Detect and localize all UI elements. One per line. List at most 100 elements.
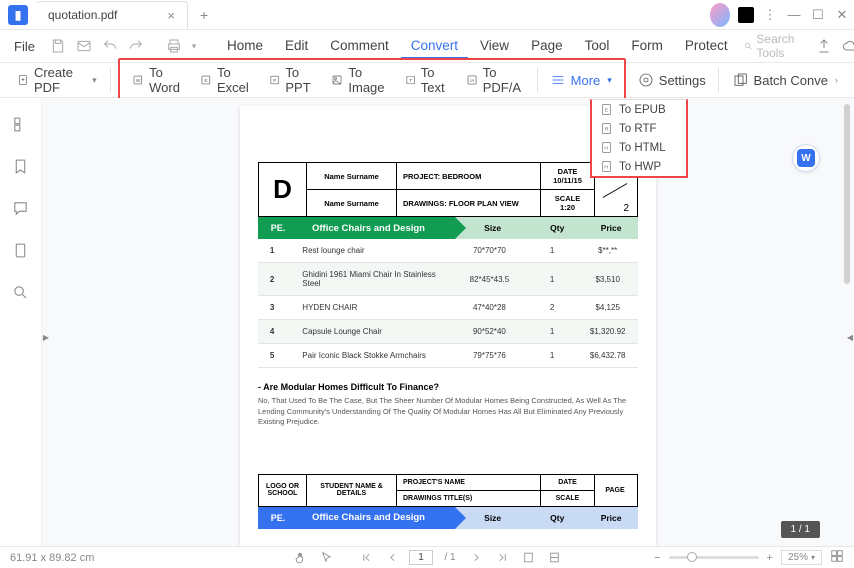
svg-text:E: E	[205, 78, 209, 84]
cloud-icon[interactable]	[840, 36, 854, 56]
search-tools[interactable]: Search Tools	[738, 32, 806, 60]
tab-convert[interactable]: Convert	[401, 34, 468, 59]
create-pdf-button[interactable]: Create PDF▾	[8, 61, 106, 99]
close-window-icon[interactable]: ✕	[830, 3, 854, 27]
tab-view[interactable]: View	[470, 34, 519, 59]
doc-header-2: LOGO OR SCHOOL STUDENT NAME & DETAILS PR…	[258, 474, 638, 507]
last-page-icon[interactable]	[493, 549, 511, 567]
to-image-button[interactable]: To Image	[323, 62, 396, 98]
prev-page-icon[interactable]	[383, 549, 401, 567]
print-caret-icon[interactable]: ▾	[189, 35, 199, 57]
to-rtf-item[interactable]: RTo RTF	[592, 119, 686, 138]
print-icon[interactable]	[163, 35, 185, 57]
document-tab[interactable]: quotation.pdf ×	[36, 1, 188, 29]
to-word-button[interactable]: WTo Word	[124, 62, 192, 98]
svg-text:P: P	[273, 78, 276, 83]
doc-scale: SCALE 1:20	[541, 190, 595, 216]
titlebar: ▮ quotation.pdf × + ⋮ — ☐ ✕	[0, 0, 854, 30]
doc-drawings: DRAWINGS: FLOOR PLAN VIEW	[397, 190, 541, 216]
toolbar-convert: Create PDF▾ WTo Word ETo Excel PTo PPT T…	[0, 62, 854, 98]
to-text-button[interactable]: TTo Text	[397, 62, 458, 98]
doc-header: D Name Surname Name Surname PROJECT: BED…	[258, 162, 638, 217]
page-input[interactable]	[409, 550, 433, 565]
redo-icon[interactable]	[125, 35, 147, 57]
share-icon[interactable]	[814, 36, 834, 56]
left-rail	[0, 98, 42, 546]
tab-protect[interactable]: Protect	[675, 34, 738, 59]
doc-name1: Name Surname	[307, 163, 397, 190]
section-bar: PE. Office Chairs and Design SizeQtyPric…	[258, 217, 638, 239]
minimize-icon[interactable]: —	[782, 3, 806, 27]
tab-page[interactable]: Page	[521, 34, 573, 59]
panel-icon[interactable]	[734, 3, 758, 27]
file-menu[interactable]: File	[6, 39, 43, 54]
next-page-icon[interactable]	[467, 549, 485, 567]
to-hwp-item[interactable]: HTo HWP	[592, 157, 686, 176]
table-row: 5Pair Iconic Black Stokke Armchairs79*75…	[258, 344, 638, 368]
scrollbar[interactable]	[844, 104, 850, 284]
svg-text:H: H	[604, 165, 608, 171]
select-tool-icon[interactable]	[317, 549, 335, 567]
expand-left-icon[interactable]: ▶	[42, 322, 50, 352]
more-button[interactable]: More▾	[542, 69, 620, 91]
app-logo: ▮	[8, 5, 28, 25]
expand-right-icon[interactable]: ◀	[846, 322, 854, 352]
table-row: 3HYDEN CHAIR47*40*282$4,125	[258, 296, 638, 320]
workspace: ▶ ◀ W 1 / 1 D Name Surname Name Surname …	[0, 98, 854, 546]
thumbnail-icon[interactable]	[11, 114, 31, 134]
to-ppt-button[interactable]: PTo PPT	[261, 62, 323, 98]
theme-icon[interactable]	[710, 3, 734, 27]
mail-icon[interactable]	[73, 35, 95, 57]
fit-page-icon[interactable]	[519, 549, 537, 567]
convert-group-highlight: WTo Word ETo Excel PTo PPT To Image TTo …	[118, 58, 625, 102]
section-bar-2: PE. Office Chairs and Design SizeQtyPric…	[258, 507, 638, 529]
more-dropdown: ETo EPUB RTo RTF HTo HTML HTo HWP	[590, 99, 688, 178]
first-page-icon[interactable]	[357, 549, 375, 567]
svg-text:/A: /A	[470, 78, 475, 83]
svg-text:E: E	[605, 108, 609, 114]
note-body: No, That Used To Be The Case, But The Sh…	[258, 396, 638, 428]
tab-form[interactable]: Form	[621, 34, 673, 59]
tab-edit[interactable]: Edit	[275, 34, 318, 59]
search-rail-icon[interactable]	[11, 282, 31, 302]
table-row: 2Ghidini 1961 Miami Chair In Stainless S…	[258, 263, 638, 296]
window-controls: ⋮ — ☐ ✕	[710, 0, 854, 30]
tab-comment[interactable]: Comment	[320, 34, 399, 59]
items-table: 1Rest lounge chair70*70*701$**,** 2Ghidi…	[258, 239, 638, 368]
bookmark-icon[interactable]	[11, 156, 31, 176]
layout-icon[interactable]	[830, 549, 844, 566]
zoom-out-icon[interactable]: −	[654, 552, 660, 564]
close-tab-icon[interactable]: ×	[167, 8, 175, 23]
svg-text:T: T	[409, 78, 412, 83]
doc-project: PROJECT: BEDROOM	[397, 163, 541, 190]
to-html-item[interactable]: HTo HTML	[592, 138, 686, 157]
attachment-icon[interactable]	[11, 240, 31, 260]
to-pdfa-button[interactable]: /ATo PDF/A	[458, 62, 533, 98]
undo-icon[interactable]	[99, 35, 121, 57]
table-row: 1Rest lounge chair70*70*701$**,**	[258, 239, 638, 263]
svg-text:W: W	[136, 78, 141, 84]
fit-width-icon[interactable]	[545, 549, 563, 567]
kebab-icon[interactable]: ⋮	[758, 3, 782, 27]
settings-button[interactable]: Settings	[630, 69, 714, 91]
add-tab-icon[interactable]: +	[200, 7, 208, 23]
save-icon[interactable]	[47, 35, 69, 57]
note-title: - Are Modular Homes Difficult To Finance…	[258, 382, 638, 392]
to-epub-item[interactable]: ETo EPUB	[592, 100, 686, 119]
canvas[interactable]: ▶ ◀ W 1 / 1 D Name Surname Name Surname …	[42, 98, 854, 546]
tab-home[interactable]: Home	[217, 34, 273, 59]
to-excel-button[interactable]: ETo Excel	[192, 62, 261, 98]
zoom-slider[interactable]	[669, 556, 759, 559]
svg-text:H: H	[604, 146, 608, 152]
hand-tool-icon[interactable]	[291, 549, 309, 567]
zoom-in-icon[interactable]: +	[767, 552, 773, 564]
maximize-icon[interactable]: ☐	[806, 3, 830, 27]
tab-tool[interactable]: Tool	[575, 34, 620, 59]
floating-action[interactable]: W	[792, 144, 820, 172]
doc-name2: Name Surname	[307, 190, 397, 216]
doc-logo: D	[259, 163, 307, 216]
statusbar: 61.91 x 89.82 cm / 1 − + 25%▾	[0, 546, 854, 568]
zoom-level[interactable]: 25%▾	[781, 550, 822, 565]
batch-convert-button[interactable]: Batch Conve›	[725, 69, 846, 91]
comment-icon[interactable]	[11, 198, 31, 218]
